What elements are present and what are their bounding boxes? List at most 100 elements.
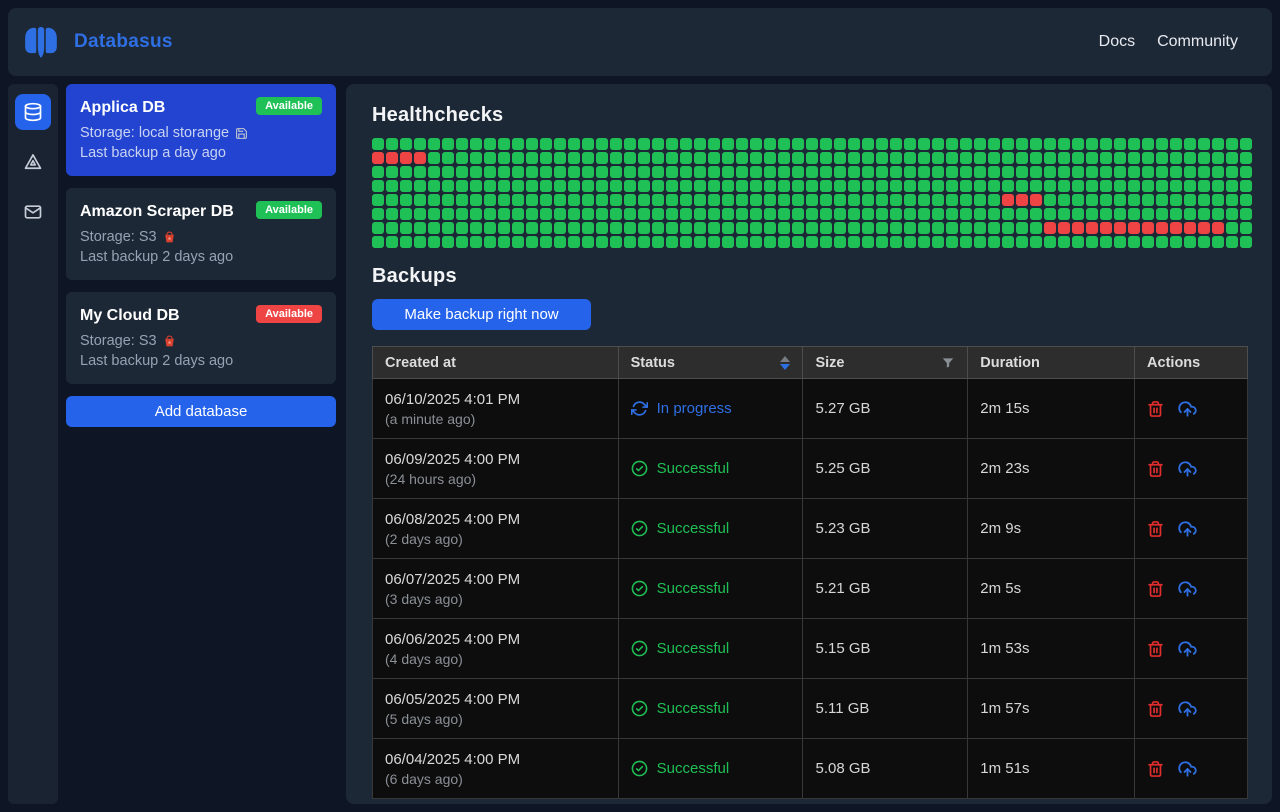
healthcheck-cell: [442, 152, 454, 164]
healthcheck-cell: [946, 194, 958, 206]
healthcheck-cell: [1044, 180, 1056, 192]
healthcheck-cell: [680, 222, 692, 234]
delete-backup-button[interactable]: [1147, 580, 1164, 598]
healthcheck-cell: [456, 152, 468, 164]
healthcheck-cell: [792, 138, 804, 150]
healthcheck-cell: [694, 194, 706, 206]
delete-backup-button[interactable]: [1147, 640, 1164, 658]
restore-backup-button[interactable]: [1178, 580, 1197, 598]
delete-backup-button[interactable]: [1147, 700, 1164, 718]
rail-item-mail[interactable]: [15, 194, 51, 230]
rail-item-databases[interactable]: [15, 94, 51, 130]
healthcheck-cell: [736, 194, 748, 206]
healthcheck-cell: [680, 208, 692, 220]
healthcheck-cell: [1198, 180, 1210, 192]
healthcheck-cell: [582, 152, 594, 164]
healthcheck-cell: [988, 222, 1000, 234]
healthcheck-cell: [778, 180, 790, 192]
nav-link-docs[interactable]: Docs: [1099, 33, 1135, 51]
healthcheck-cell: [1114, 194, 1126, 206]
restore-backup-button[interactable]: [1178, 400, 1197, 418]
healthcheck-cell: [470, 138, 482, 150]
healthcheck-cell: [414, 180, 426, 192]
healthcheck-cell: [442, 236, 454, 248]
healthcheck-cell: [960, 222, 972, 234]
healthcheck-cell: [596, 138, 608, 150]
healthcheck-cell: [610, 152, 622, 164]
healthcheck-cell: [386, 194, 398, 206]
healthcheck-cell: [372, 138, 384, 150]
healthcheck-cell: [526, 222, 538, 234]
healthcheck-cell: [498, 166, 510, 178]
sort-icon[interactable]: [780, 356, 790, 370]
brand-home-link[interactable]: Databasus: [22, 22, 173, 62]
floppy-disk-icon: [235, 127, 248, 140]
rail-item-drive[interactable]: [15, 144, 51, 180]
healthcheck-cell: [1058, 222, 1070, 234]
healthcheck-cell: [792, 222, 804, 234]
delete-backup-button[interactable]: [1147, 520, 1164, 538]
healthcheck-cell: [666, 180, 678, 192]
healthcheck-cell: [484, 180, 496, 192]
delete-backup-button[interactable]: [1147, 460, 1164, 478]
healthcheck-cell: [568, 236, 580, 248]
healthcheck-cell: [722, 208, 734, 220]
healthcheck-cell: [526, 152, 538, 164]
healthcheck-cell: [1212, 208, 1224, 220]
delete-backup-button[interactable]: [1147, 760, 1164, 778]
healthcheck-cell: [792, 208, 804, 220]
healthcheck-cell: [918, 236, 930, 248]
healthcheck-cell: [624, 138, 636, 150]
healthcheck-cell: [1156, 166, 1168, 178]
restore-backup-button[interactable]: [1178, 760, 1197, 778]
healthcheck-cell: [1058, 138, 1070, 150]
healthcheck-cell: [666, 138, 678, 150]
healthcheck-cell: [1226, 180, 1238, 192]
backup-size: 5.23 GB: [803, 499, 968, 559]
cloud-upload-icon: [1178, 760, 1197, 778]
nav-link-community[interactable]: Community: [1157, 33, 1238, 51]
healthcheck-cell: [414, 194, 426, 206]
healthcheck-cell: [1240, 236, 1252, 248]
healthcheck-cell: [652, 152, 664, 164]
db-name: Amazon Scraper DB: [80, 201, 234, 221]
healthcheck-cell: [498, 236, 510, 248]
healthcheck-cell: [568, 194, 580, 206]
healthcheck-cell: [1240, 208, 1252, 220]
healthcheck-cell: [1002, 180, 1014, 192]
delete-backup-button[interactable]: [1147, 400, 1164, 418]
healthcheck-cell: [848, 194, 860, 206]
restore-backup-button[interactable]: [1178, 520, 1197, 538]
healthcheck-cell: [792, 152, 804, 164]
healthcheck-cell: [890, 236, 902, 248]
db-name: My Cloud DB: [80, 305, 180, 325]
make-backup-button[interactable]: Make backup right now: [372, 299, 591, 330]
db-card-amazon-scraper[interactable]: Amazon Scraper DB Available Storage: S3 …: [66, 188, 336, 280]
healthcheck-cell: [1198, 236, 1210, 248]
database-icon: [23, 102, 43, 122]
healthcheck-cell: [932, 222, 944, 234]
healthcheck-cell: [778, 236, 790, 248]
db-card-my-cloud[interactable]: My Cloud DB Available Storage: S3 Last b…: [66, 292, 336, 384]
healthcheck-cell: [610, 166, 622, 178]
healthcheck-cell: [498, 194, 510, 206]
filter-icon[interactable]: [941, 356, 955, 370]
add-database-button[interactable]: Add database: [66, 396, 336, 427]
healthcheck-cell: [456, 138, 468, 150]
healthcheck-cell: [400, 208, 412, 220]
healthcheck-cell: [932, 166, 944, 178]
cloud-upload-icon: [1178, 580, 1197, 598]
healthcheck-cell: [428, 194, 440, 206]
healthcheck-cell: [974, 236, 986, 248]
restore-backup-button[interactable]: [1178, 700, 1197, 718]
healthcheck-cell: [1114, 152, 1126, 164]
restore-backup-button[interactable]: [1178, 640, 1197, 658]
healthcheck-cell: [652, 194, 664, 206]
healthcheck-cell: [1142, 236, 1154, 248]
healthcheck-cell: [862, 138, 874, 150]
db-card-applica[interactable]: Applica DB Available Storage: local stor…: [66, 84, 336, 176]
healthcheck-cell: [960, 138, 972, 150]
drive-icon: [23, 152, 43, 172]
mail-icon: [23, 202, 43, 222]
restore-backup-button[interactable]: [1178, 460, 1197, 478]
